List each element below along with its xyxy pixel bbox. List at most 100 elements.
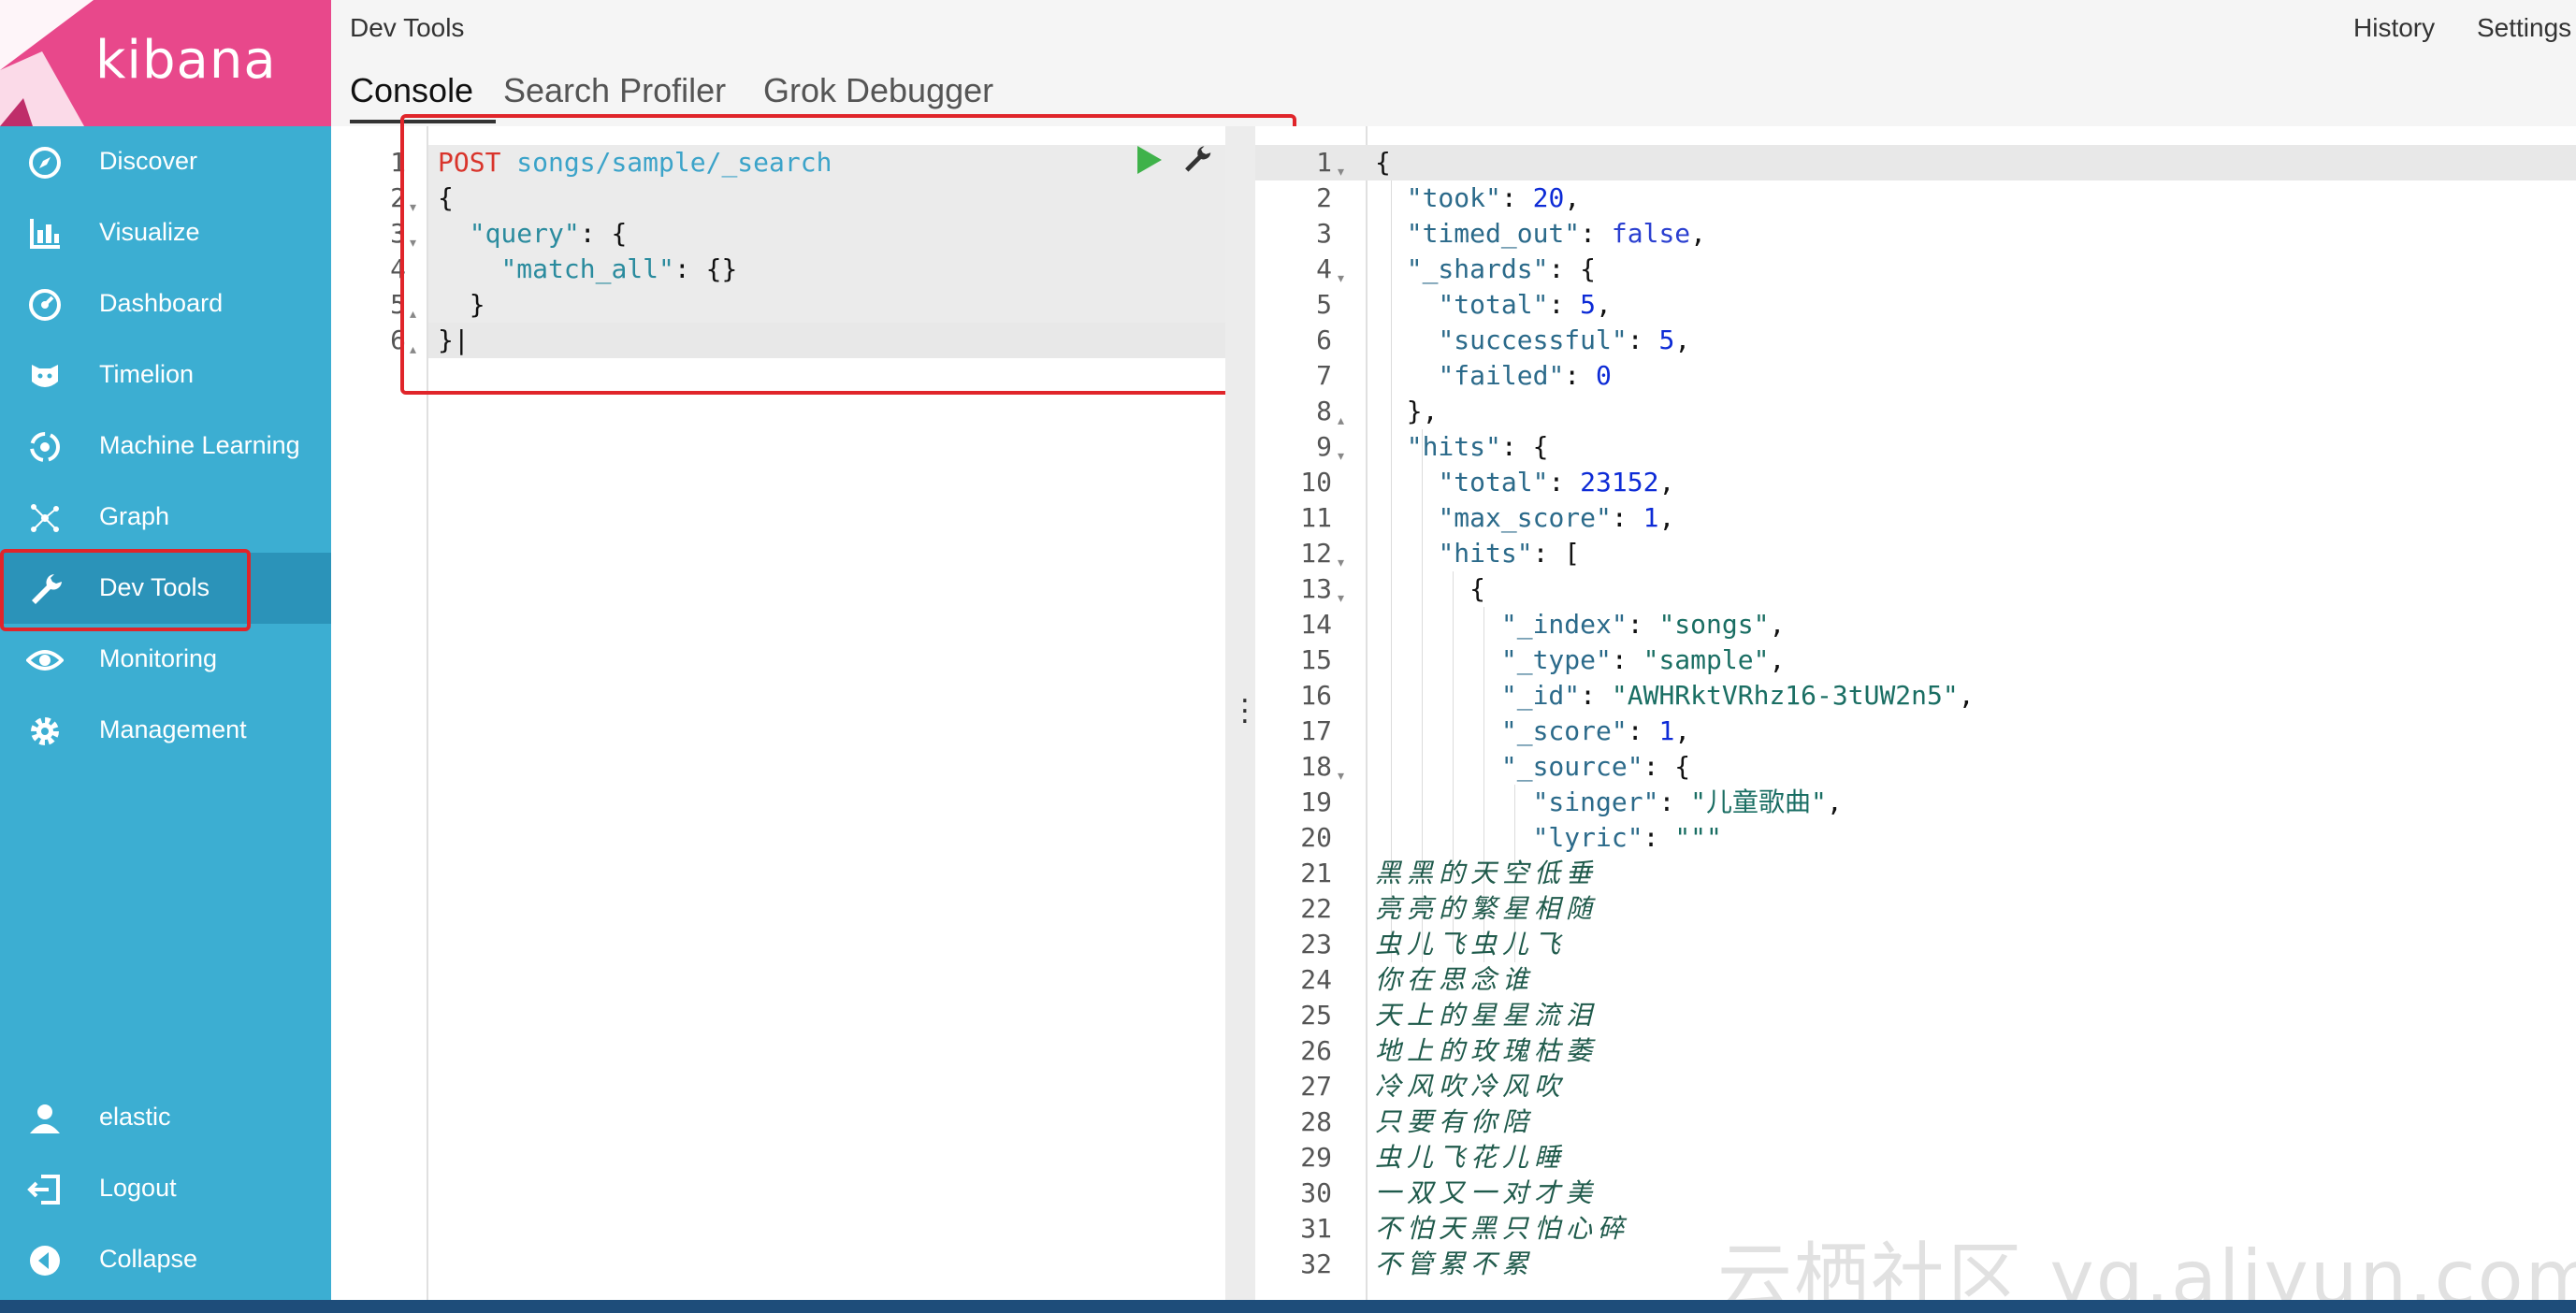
line-number: 19 [1300, 786, 1332, 817]
lyric-line: 不怕天黑只怕心碎 [1375, 1213, 1630, 1244]
line-number: 17 [1300, 715, 1332, 746]
logout-icon [27, 1175, 60, 1205]
line-number: 3 [1316, 218, 1332, 249]
machine-learning-icon [30, 432, 60, 462]
line-number: 3 [390, 218, 406, 249]
sidebar: kibana Discover Visualize Dashboard Time… [0, 0, 331, 1300]
sidebar-item-timelion[interactable]: Timelion [0, 339, 331, 411]
response-line: 15 "_type": "sample", [1255, 642, 2576, 678]
response-line: 4 ▾ "_shards": { [1255, 252, 2576, 287]
line-number: 15 [1300, 644, 1332, 675]
response-line: 20 "lyric": """ [1255, 820, 2576, 856]
line-number: 18 [1300, 751, 1332, 782]
sidebar-item-machine-learning[interactable]: Machine Learning [0, 411, 331, 482]
lyric-line: 亮亮的繁星相随 [1375, 893, 1599, 924]
lyric-line: 虫儿飞花儿睡 [1375, 1142, 1567, 1173]
collapse-arrow-icon [30, 1246, 60, 1276]
response-line: 23 虫儿飞虫儿飞 [1255, 927, 2576, 962]
history-link[interactable]: History [2353, 13, 2435, 43]
response-line: 17 "_score": 1, [1255, 714, 2576, 749]
sidebar-item-collapse[interactable]: Collapse [0, 1224, 331, 1295]
line-number: 27 [1300, 1071, 1332, 1102]
sidebar-item-dashboard[interactable]: Dashboard [0, 268, 331, 339]
line-number: 13 [1300, 573, 1332, 604]
line-number: 28 [1300, 1106, 1332, 1137]
kibana-logo[interactable]: kibana [0, 0, 331, 126]
dashboard-gauge-icon [29, 289, 61, 321]
sidebar-item-management[interactable]: Management [0, 695, 331, 766]
tab-grok-debugger[interactable]: Grok Debugger [763, 71, 993, 110]
sidebar-item-monitoring[interactable]: Monitoring [0, 624, 331, 695]
settings-link[interactable]: Settings [2477, 13, 2571, 43]
lyric-line: 虫儿飞虫儿飞 [1375, 929, 1567, 960]
response-line: 3 "timed_out": false, [1255, 216, 2576, 252]
response-line: 28 只要有你陪 [1255, 1104, 2576, 1140]
line-number: 1 [1316, 147, 1332, 178]
request-line-1: 1 POST songs/sample/_search [331, 145, 1225, 180]
response-line: 24 你在思念谁 [1255, 962, 2576, 998]
value-lyric_open: """ [1674, 822, 1722, 853]
timelion-lion-icon [32, 365, 58, 387]
response-line: 18 ▾ "_source": { [1255, 749, 2576, 785]
response-line: 14 "_index": "songs", [1255, 607, 2576, 642]
value-id: "AWHRktVRhz16-3tUW2n5" [1611, 680, 1959, 711]
request-line-2: 2 ▾ { [331, 180, 1225, 216]
value-took: 20 [1532, 182, 1565, 213]
request-line-5: 5 ▴ } [331, 287, 1225, 323]
sidebar-item-label: Discover [99, 147, 198, 175]
response-line: 25 天上的星星流泪 [1255, 998, 2576, 1033]
line-number: 23 [1300, 929, 1332, 960]
response-line: 7 "failed": 0 [1255, 358, 2576, 394]
sidebar-item-visualize[interactable]: Visualize [0, 197, 331, 268]
lyric-line: 天上的星星流泪 [1375, 1000, 1599, 1031]
sidebar-item-label: Collapse [99, 1245, 198, 1273]
line-number: 2 [390, 182, 406, 213]
request-options-wrench-icon[interactable] [1180, 142, 1212, 176]
sidebar-item-logout[interactable]: Logout [0, 1153, 331, 1224]
line-number: 31 [1300, 1213, 1332, 1244]
header: Dev Tools History Settings Console Searc… [331, 0, 2576, 126]
response-line: 12 ▾ "hits": [ [1255, 536, 2576, 571]
request-line-3: 3 ▾ "query": { [331, 216, 1225, 252]
sidebar-item-label: Machine Learning [99, 431, 300, 459]
pane-resizer[interactable]: · · · [1225, 126, 1255, 1300]
line-number: 11 [1300, 502, 1332, 533]
response-line: 1 ▾{ [1255, 145, 2576, 180]
sidebar-item-graph[interactable]: Graph [0, 482, 331, 553]
graph-network-icon [31, 504, 59, 532]
line-number: 1 [390, 147, 406, 178]
request-method: POST [438, 147, 501, 178]
value-timed_out: false [1611, 218, 1691, 249]
play-icon[interactable] [1136, 144, 1164, 176]
response-line: 26 地上的玫瑰枯萎 [1255, 1033, 2576, 1069]
request-editor[interactable]: 1 POST songs/sample/_search 2 ▾ { 3 ▾ "q… [331, 126, 1225, 1300]
line-number: 2 [1316, 182, 1332, 213]
tab-search-profiler[interactable]: Search Profiler [503, 71, 726, 110]
line-number: 6 [390, 325, 406, 355]
lyric-line: 只要有你陪 [1375, 1106, 1535, 1137]
response-line: 6 "successful": 5, [1255, 323, 2576, 358]
sidebar-item-discover[interactable]: Discover [0, 126, 331, 197]
value-hits_total: 23152 [1580, 467, 1659, 498]
response-line: 13 ▾ { [1255, 571, 2576, 607]
sidebar-item-dev-tools[interactable]: Dev Tools [0, 553, 331, 624]
response-line: 5 "total": 5, [1255, 287, 2576, 323]
response-line: 21 黑黑的天空低垂 [1255, 856, 2576, 891]
response-viewer[interactable]: 1 ▾{2 "took": 20, 3 "timed_out": false, 4 ▾ … [1255, 126, 2576, 1300]
value-shards_failed: 0 [1596, 360, 1612, 391]
lyric-line: 你在思念谁 [1375, 964, 1535, 995]
value-type: "sample" [1643, 644, 1770, 675]
response-line: 2 "took": 20, [1255, 180, 2576, 216]
sidebar-item-label: Logout [99, 1174, 177, 1202]
response-line: 8 ▴ }, [1255, 394, 2576, 429]
response-line: 29 虫儿飞花儿睡 [1255, 1140, 2576, 1176]
fold-toggle-icon[interactable]: ▴ [410, 332, 416, 368]
sidebar-item-user[interactable]: elastic [0, 1082, 331, 1153]
value-score: 1 [1658, 715, 1675, 746]
response-line: 22 亮亮的繁星相随 [1255, 891, 2576, 927]
tab-console[interactable]: Console [350, 71, 473, 110]
sidebar-item-label: Timelion [99, 360, 195, 388]
line-number: 30 [1300, 1177, 1332, 1208]
sidebar-item-label: Dashboard [99, 289, 224, 317]
lyric-line: 地上的玫瑰枯萎 [1375, 1035, 1599, 1066]
